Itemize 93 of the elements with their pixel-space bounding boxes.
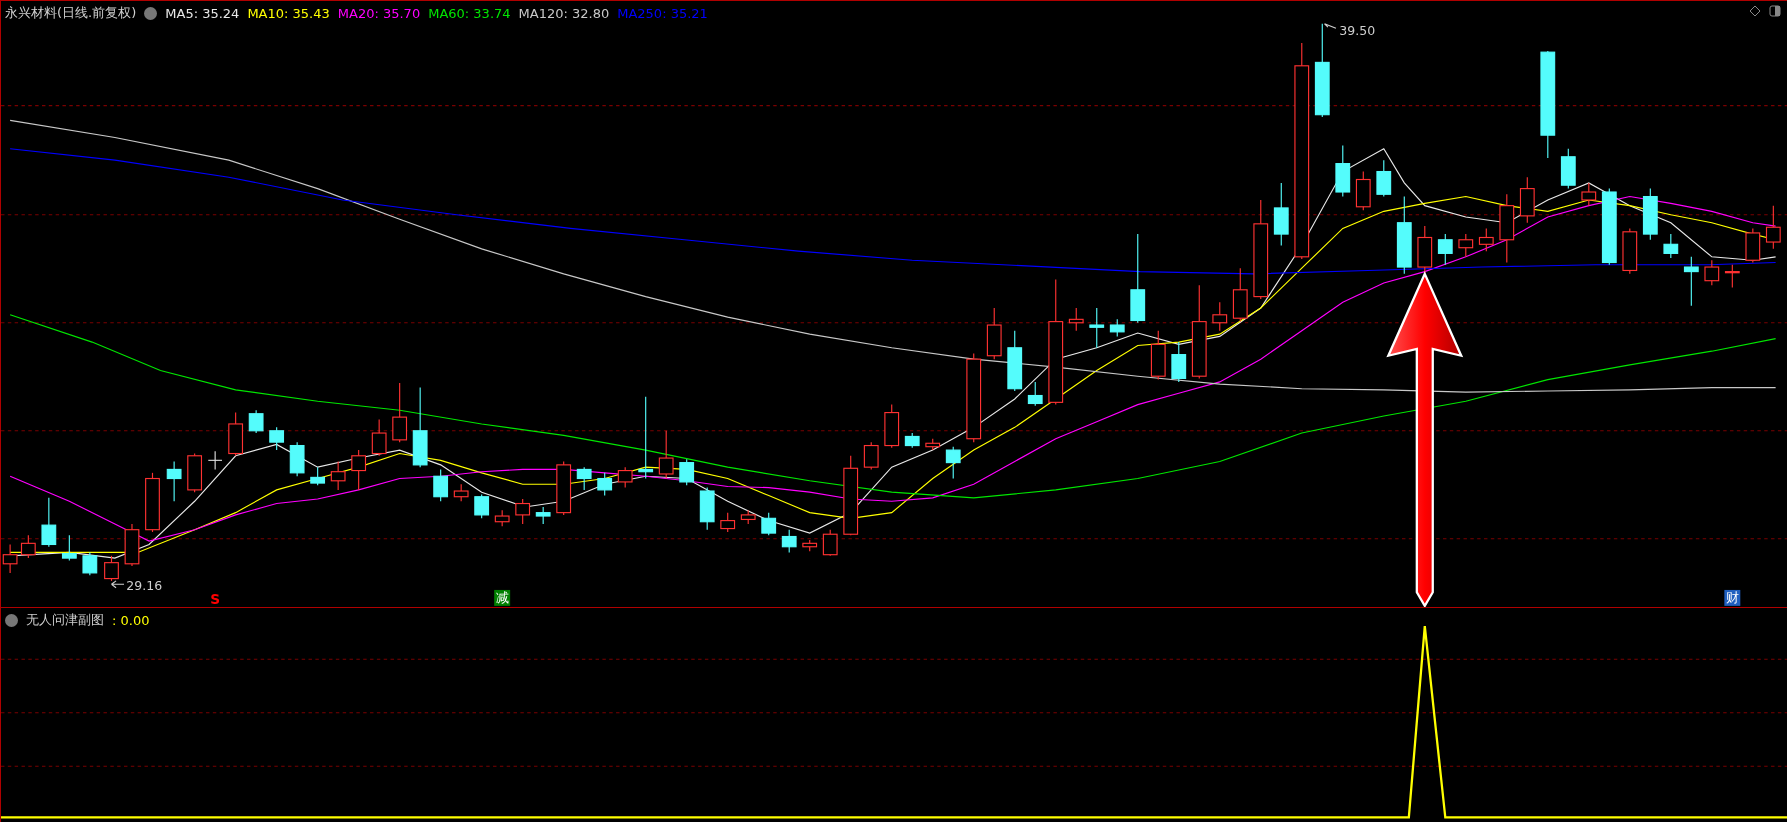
candlestick xyxy=(720,512,736,533)
chart-title: 永兴材料(日线.前复权) xyxy=(5,4,137,22)
candlestick xyxy=(1150,330,1166,381)
indicator-title: 无人问津副图 xyxy=(26,611,104,629)
candlestick xyxy=(474,493,490,519)
candlestick xyxy=(187,452,203,493)
signal-marker: 财 xyxy=(1724,589,1741,606)
candlestick xyxy=(145,472,160,533)
candlestick xyxy=(597,472,613,497)
candlestick xyxy=(781,529,797,553)
candlestick xyxy=(289,441,305,477)
candlestick xyxy=(1007,330,1023,392)
candlestick xyxy=(166,460,182,502)
candlestick xyxy=(1027,381,1043,407)
candlestick xyxy=(986,307,1002,360)
candlestick xyxy=(228,412,244,457)
candlestick xyxy=(617,466,633,489)
candlestick xyxy=(1499,193,1515,264)
candlestick xyxy=(41,497,57,548)
low-price-label: 29.16 xyxy=(126,577,163,593)
candlestick xyxy=(1232,267,1248,323)
candlestick xyxy=(761,512,777,536)
indicator-value: MA5: 35.24 xyxy=(165,5,240,21)
candlestick xyxy=(310,466,326,486)
diamond-icon[interactable] xyxy=(1749,5,1761,17)
leader-line xyxy=(110,580,125,589)
dropdown-icon[interactable] xyxy=(144,6,158,20)
candlestick xyxy=(904,432,920,449)
candlestick xyxy=(1068,307,1084,332)
candlestick xyxy=(1581,182,1597,207)
candlestick xyxy=(494,509,510,527)
candlestick xyxy=(392,382,408,443)
candlestick xyxy=(1109,318,1125,337)
candlestick xyxy=(1642,188,1658,241)
candlestick xyxy=(1724,264,1740,289)
indicator-value: MA250: 35.21 xyxy=(617,5,708,21)
candlestick xyxy=(1376,159,1392,198)
candlestick xyxy=(1745,227,1761,264)
candlestick xyxy=(740,509,756,525)
candlestick xyxy=(535,506,551,525)
candlestick xyxy=(699,487,715,531)
indicator-value: MA10: 35.43 xyxy=(247,5,330,21)
candlestick xyxy=(453,483,469,502)
leader-line xyxy=(1324,23,1337,29)
candlestick xyxy=(61,534,77,561)
candlestick xyxy=(802,539,818,552)
candlestick xyxy=(1458,233,1474,258)
candlestick xyxy=(207,450,223,470)
candlestick xyxy=(576,466,592,491)
candlestick xyxy=(1089,307,1105,349)
candlestick xyxy=(1355,170,1371,211)
candlestick xyxy=(1478,227,1494,252)
indicator-value: : 0.00 xyxy=(112,612,150,628)
candlestick xyxy=(1683,256,1699,307)
candlestick xyxy=(82,551,98,576)
candlestick xyxy=(679,458,695,486)
high-price-label: 39.50 xyxy=(1339,23,1376,39)
candlestick xyxy=(863,441,879,470)
candlestick xyxy=(1212,301,1228,332)
candlestick xyxy=(1704,259,1720,286)
candlestick xyxy=(20,534,36,559)
candlestick xyxy=(124,523,140,567)
candlestick xyxy=(1519,176,1535,224)
candlestick xyxy=(371,418,387,457)
candlestick xyxy=(351,449,367,491)
candlestick xyxy=(1622,227,1638,275)
panel-icon[interactable] xyxy=(1769,5,1781,17)
candlestick xyxy=(556,460,572,516)
candlestick xyxy=(945,446,961,480)
candlestick xyxy=(1560,148,1576,190)
candlestick xyxy=(1437,233,1453,266)
candlestick xyxy=(884,404,900,449)
signal-marker: S xyxy=(210,590,221,607)
indicator-value: MA20: 35.70 xyxy=(337,5,421,21)
candlestick xyxy=(248,409,264,434)
candlestick xyxy=(515,498,531,525)
indicator-value: MA60: 33.74 xyxy=(428,5,511,21)
candlestick xyxy=(1663,233,1679,259)
signal-marker: 减 xyxy=(494,589,511,606)
candlestick xyxy=(330,460,346,491)
candlestick xyxy=(104,555,119,582)
candlestick xyxy=(658,430,674,480)
candlestick xyxy=(269,426,285,451)
candlestick xyxy=(1765,205,1781,250)
candlestick xyxy=(433,468,449,502)
candlestick xyxy=(822,529,838,557)
candlestick xyxy=(1417,225,1433,275)
indicator-value: MA120: 32.80 xyxy=(518,5,610,21)
candlestick xyxy=(925,438,941,451)
candlestick xyxy=(1335,144,1351,198)
dropdown-icon[interactable] xyxy=(5,613,18,627)
candlestick xyxy=(1273,182,1289,246)
candlestick xyxy=(1171,341,1187,383)
